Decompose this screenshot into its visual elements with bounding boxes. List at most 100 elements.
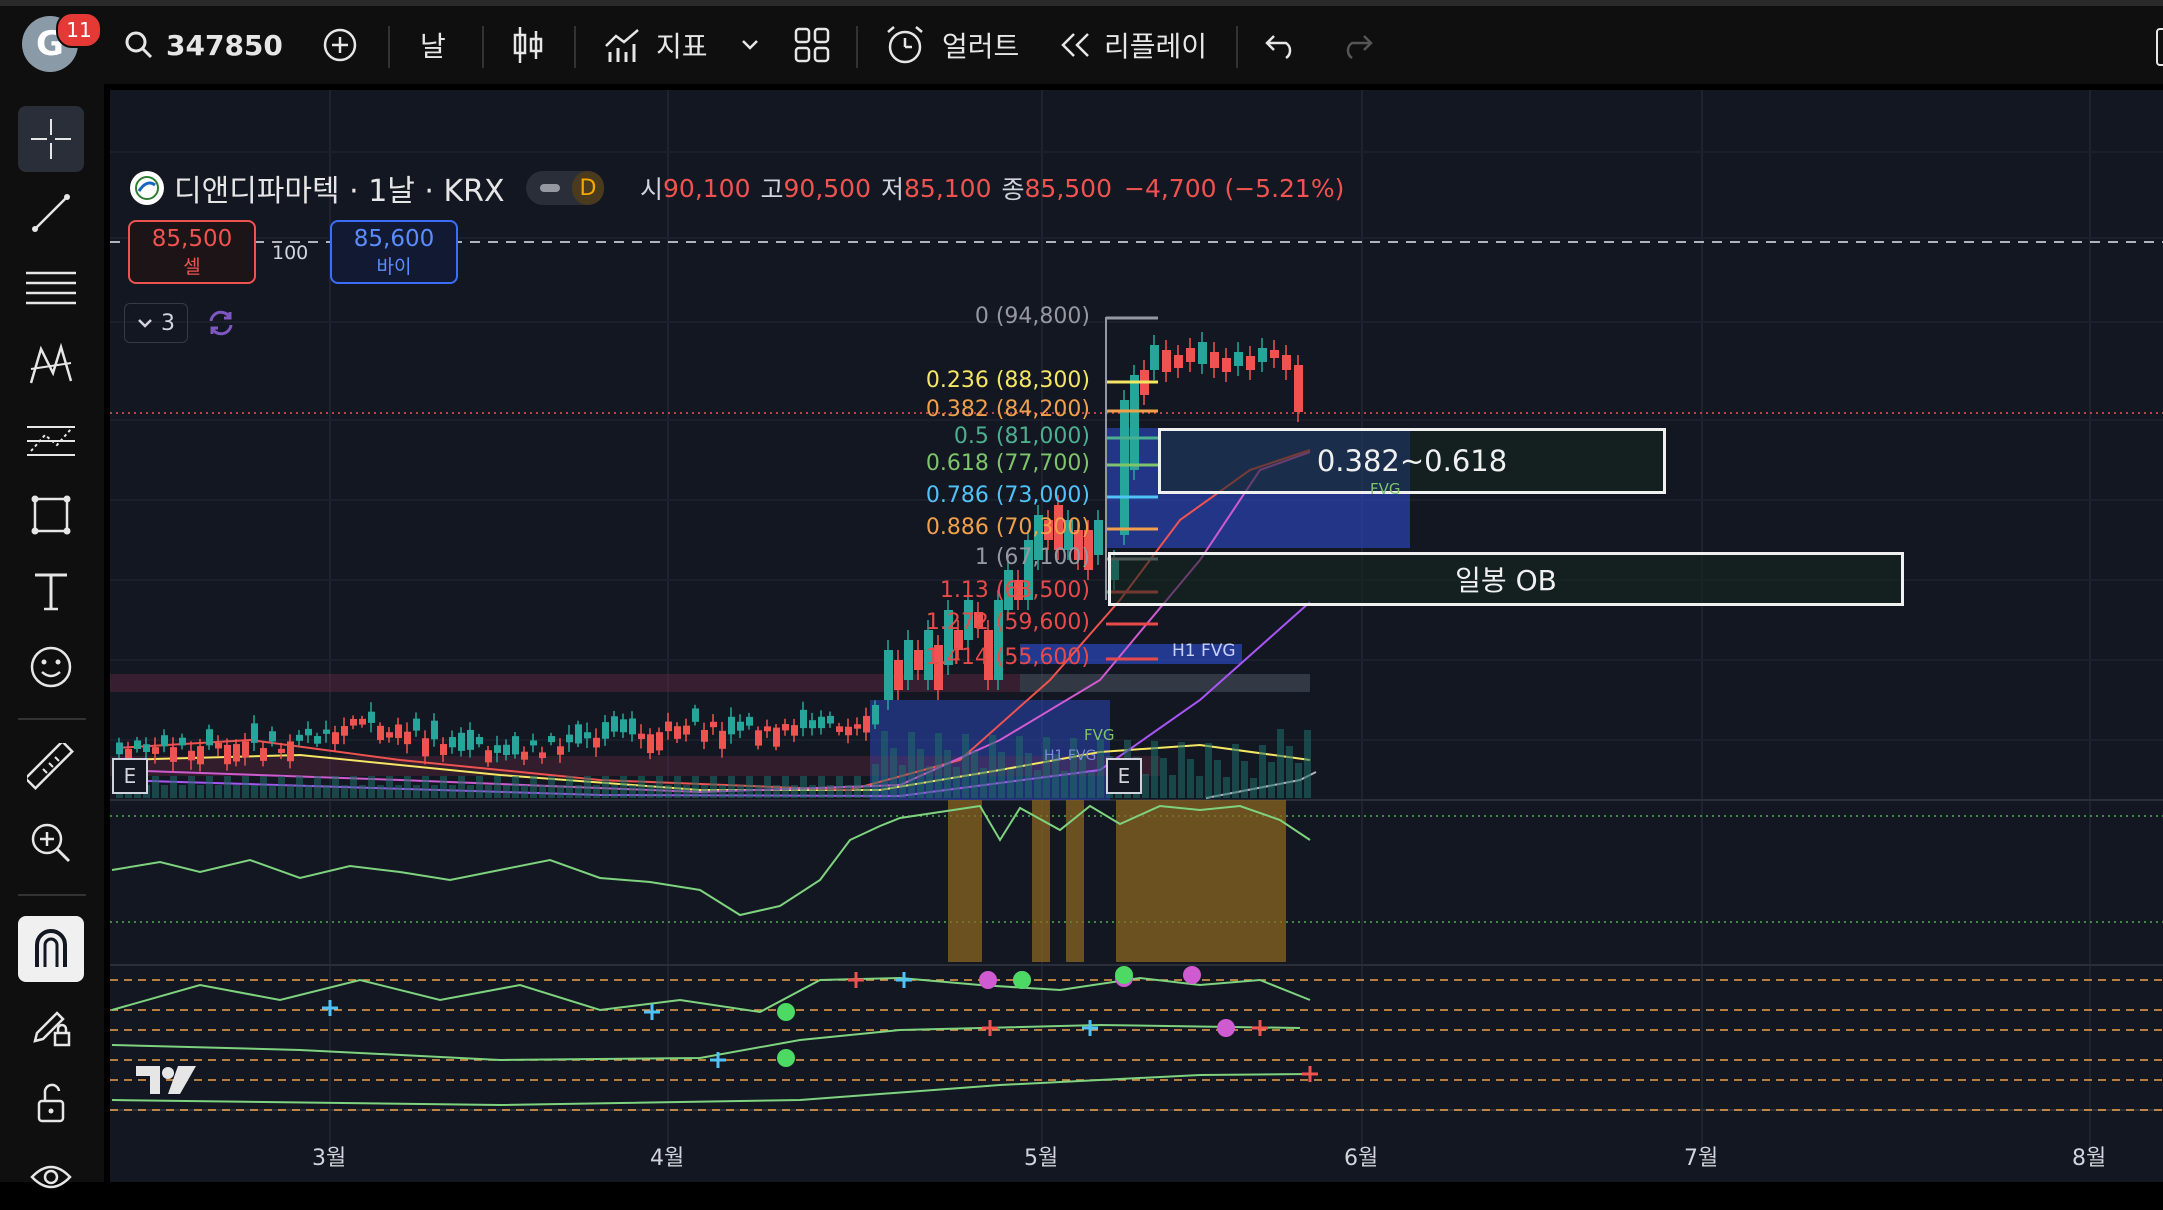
fib-zone-box[interactable]: 0.382~0.618: [1158, 428, 1666, 494]
volume-bar: [692, 776, 699, 798]
volume-bar: [773, 785, 780, 798]
candle: [854, 724, 861, 729]
volume-bar: [809, 785, 816, 798]
candle: [269, 731, 276, 742]
fib-label: 1.414 (55,600): [925, 645, 1090, 670]
pattern-tool[interactable]: [18, 332, 84, 398]
candle: [458, 732, 465, 751]
replay-button[interactable]: 리플레이: [1058, 6, 1207, 84]
low-value: 85,100: [904, 173, 992, 203]
alerts-button[interactable]: 얼러트: [884, 6, 1019, 84]
symbol-legend[interactable]: 디앤디파마텍 · 1날 · KRX: [130, 170, 505, 209]
measure-tool[interactable]: [18, 734, 84, 800]
earnings-marker-2[interactable]: E: [1106, 758, 1142, 794]
buy-button[interactable]: 85,600 바이: [330, 220, 458, 284]
candle: [413, 718, 420, 731]
volume-bar: [998, 752, 1005, 798]
volume-bar: [656, 776, 663, 798]
volume-bar: [260, 776, 267, 798]
trendline-tool[interactable]: [18, 180, 84, 246]
zoom-tool[interactable]: [18, 810, 84, 876]
volume-bar: [548, 776, 555, 798]
candle: [431, 720, 438, 740]
pattern-icon: [29, 343, 73, 384]
lock-drawing-tool[interactable]: [18, 994, 84, 1060]
collapse-indicators-button[interactable]: 3: [124, 303, 188, 343]
fib-label: 0.5 (81,000): [953, 424, 1090, 449]
candle: [1270, 350, 1279, 358]
candle: [215, 743, 222, 749]
volume-bar: [602, 776, 609, 798]
earnings-marker[interactable]: E: [112, 758, 148, 794]
forecast-tool[interactable]: [18, 408, 84, 474]
volume-bar: [1214, 760, 1221, 798]
candle: [782, 724, 789, 731]
volume-bar: [584, 776, 591, 798]
signal-dot-green: [1115, 966, 1133, 984]
shape-tool[interactable]: [18, 482, 84, 548]
undo-button[interactable]: [1264, 6, 1298, 84]
signal-dot-green: [1013, 971, 1031, 989]
indicators-button[interactable]: 지표: [604, 6, 708, 84]
crosshair-tool[interactable]: [18, 106, 84, 172]
order-block-box[interactable]: 일봉 OB: [1108, 552, 1904, 606]
indicators-dropdown[interactable]: [740, 6, 760, 84]
layout-button[interactable]: [794, 6, 830, 84]
order-quantity[interactable]: 100: [272, 242, 308, 264]
interval-button[interactable]: 날: [420, 6, 446, 84]
refresh-icon: [209, 310, 233, 336]
indicator-count: 3: [161, 310, 175, 336]
volume-bar: [332, 776, 339, 798]
chevron-down-icon: [742, 40, 758, 50]
volume-bar: [1286, 746, 1293, 798]
visibility-toggle[interactable]: D: [526, 171, 604, 205]
fib-tool[interactable]: [18, 256, 84, 322]
order-block-label: 일봉 OB: [1455, 564, 1557, 597]
candle: [1120, 400, 1129, 535]
volume-bar: [323, 785, 330, 798]
volume-bar: [890, 748, 897, 798]
volume-bar: [287, 785, 294, 798]
unlock-icon: [37, 1083, 65, 1123]
tradingview-logo-icon: [136, 1066, 196, 1094]
fvg-label-2: FVG: [1084, 726, 1115, 744]
notification-badge[interactable]: 11: [56, 12, 102, 48]
panel-toggle-icon[interactable]: [2156, 28, 2163, 66]
visibility-tool[interactable]: [18, 1144, 84, 1210]
candle: [152, 747, 159, 754]
eye-icon: [30, 1165, 72, 1189]
emoji-tool[interactable]: [18, 634, 84, 700]
volume-bar: [854, 776, 861, 798]
month-label: 8월: [2072, 1146, 2107, 1171]
volume-bar: [881, 731, 888, 798]
lock-all-tool[interactable]: [18, 1070, 84, 1136]
drawing-toolbar: [0, 84, 104, 1189]
ohlc-values: 시 90,100 고 90,500 저 85,100 종 85,500 −4,700 (…: [640, 170, 1344, 206]
volume-bar: [476, 776, 483, 798]
symbol-search[interactable]: 347850: [124, 6, 283, 84]
volume-bar: [188, 776, 195, 798]
volume-bar: [980, 768, 987, 798]
volume-bar: [791, 785, 798, 798]
sell-button[interactable]: 85,500 셀: [128, 220, 256, 284]
volume-bar: [674, 776, 681, 798]
forecast-icon: [27, 426, 75, 456]
text-icon: [35, 573, 67, 611]
volume-bar: [593, 785, 600, 798]
refresh-button[interactable]: [206, 308, 236, 342]
candle: [872, 704, 879, 725]
volume-bar: [530, 776, 537, 798]
magnet-tool[interactable]: [18, 916, 84, 982]
text-tool[interactable]: [18, 558, 84, 624]
compare-button[interactable]: [322, 6, 358, 84]
volume-bar: [341, 785, 348, 798]
fib-label: 0.618 (77,700): [925, 451, 1090, 476]
chart-type-button[interactable]: [510, 6, 546, 84]
volume-bar: [728, 776, 735, 798]
redo-button[interactable]: [1340, 6, 1374, 84]
candle: [494, 745, 501, 753]
volume-bar: [296, 776, 303, 798]
candle: [773, 727, 780, 747]
supply-zone-2: [1020, 674, 1310, 692]
volume-bar: [215, 785, 222, 798]
